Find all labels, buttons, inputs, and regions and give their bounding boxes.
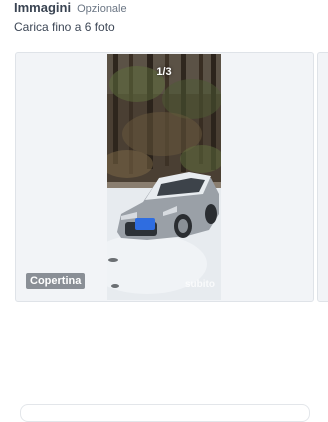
- images-title: Immagini: [14, 0, 72, 15]
- images-header: Immagini Opzionale: [14, 0, 127, 16]
- optional-label: Opzionale: [77, 3, 127, 15]
- cover-badge: Copertina: [26, 273, 86, 289]
- upload-hint: Carica fino a 6 foto: [14, 20, 115, 34]
- bottom-input[interactable]: [20, 404, 310, 422]
- photo-card[interactable]: 1/3 subito Copertina: [15, 52, 314, 302]
- photo-gallery[interactable]: 1/3 subito Copertina: [15, 52, 328, 302]
- next-photo-card[interactable]: [317, 52, 328, 302]
- photo-counter: 1/3: [156, 66, 172, 78]
- watermark: subito: [185, 279, 215, 290]
- car-photo[interactable]: 1/3 subito: [107, 54, 221, 300]
- car-photo-image: [107, 54, 221, 300]
